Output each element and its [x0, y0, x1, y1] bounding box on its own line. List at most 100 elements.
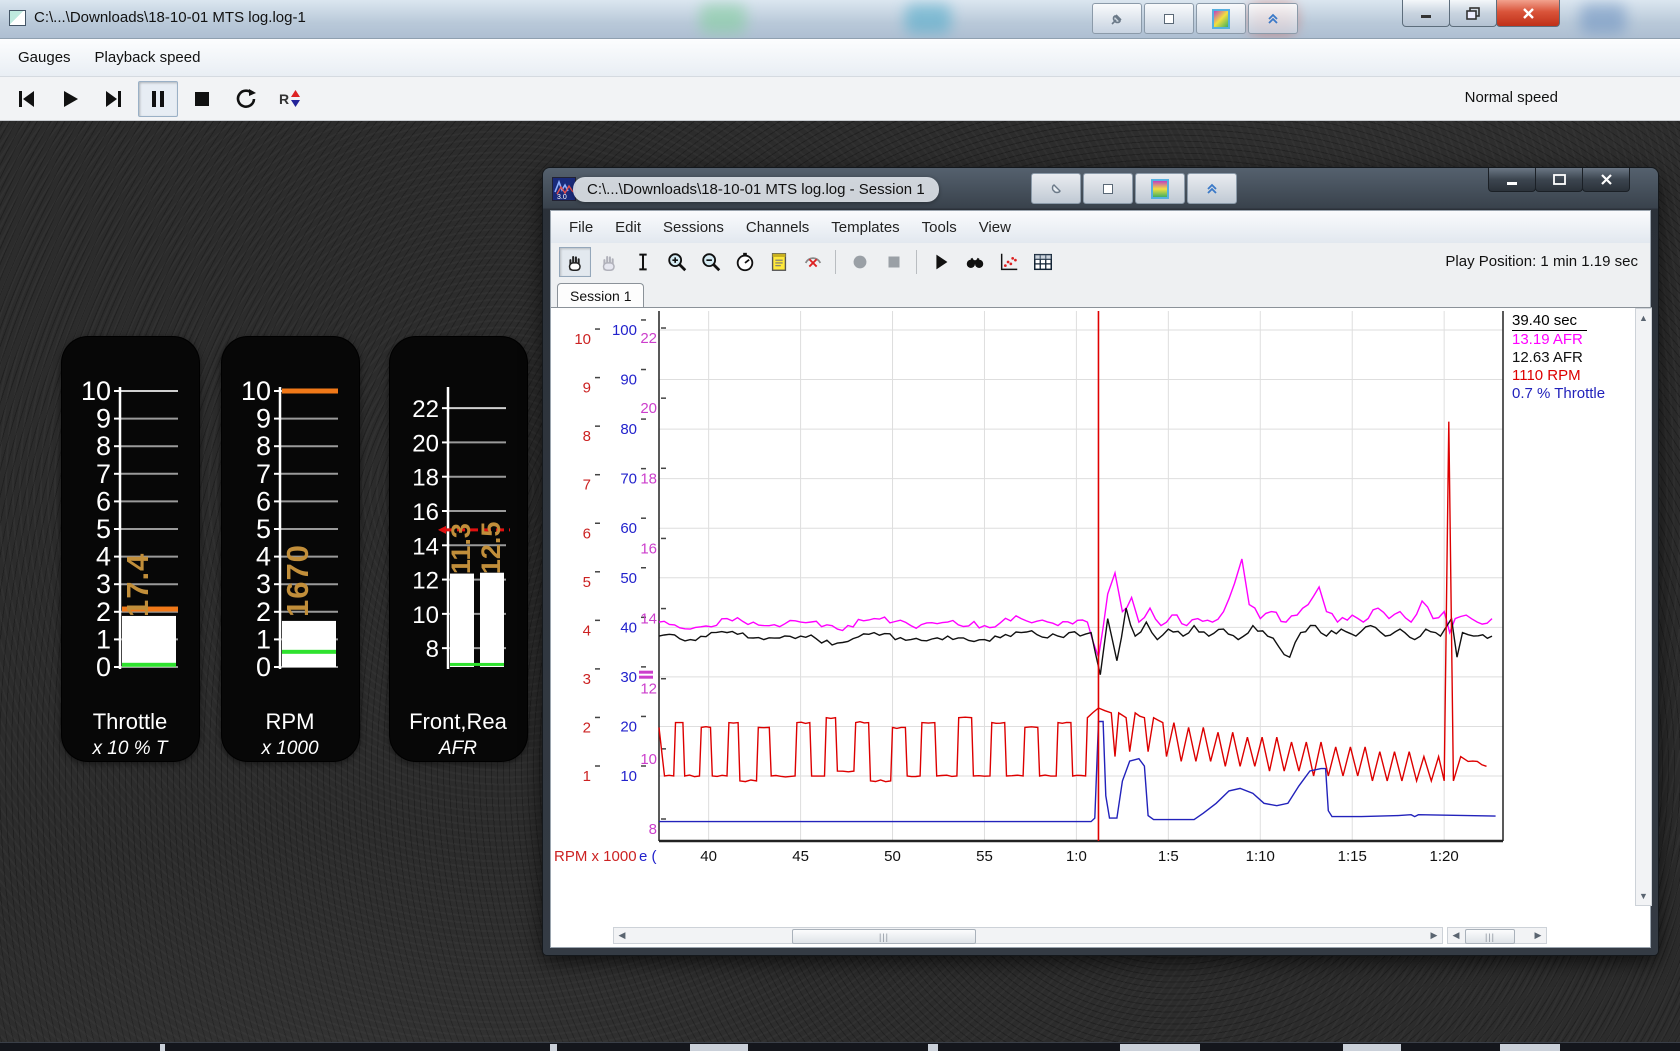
svg-text:90: 90 [620, 372, 637, 389]
close-button[interactable] [1496, 0, 1560, 27]
menu-item-file[interactable]: File [561, 216, 601, 239]
menu-item-tools[interactable]: Tools [914, 216, 965, 239]
svg-text:4: 4 [96, 542, 111, 572]
record-button[interactable] [844, 247, 876, 277]
svg-text:1:0: 1:0 [1066, 848, 1087, 865]
session-addon-buttons [1031, 173, 1237, 204]
color-window-icon[interactable] [1135, 173, 1185, 204]
svg-text:40: 40 [700, 848, 717, 865]
zoom-in-button[interactable] [661, 247, 693, 277]
menu-item-edit[interactable]: Edit [607, 216, 649, 239]
chart-legend: 39.40 sec13.19 AFR12.63 AFR1110 RPM0.7 %… [1507, 310, 1633, 900]
ibeam-button[interactable] [627, 247, 659, 277]
svg-text:70: 70 [620, 471, 637, 488]
speed-status-label: Normal speed [1465, 89, 1558, 106]
gauge-throttle: 01234567891017.4Throttlex 10 % T [62, 337, 199, 761]
menu-item-gauges[interactable]: Gauges [8, 45, 81, 70]
menu-item-view[interactable]: View [971, 216, 1019, 239]
marker-off-button[interactable] [797, 247, 829, 277]
svg-text:22: 22 [640, 330, 657, 347]
rpm-arrows-button[interactable]: R [270, 81, 310, 117]
maximize-button[interactable] [1535, 168, 1583, 192]
stop-small-button[interactable] [878, 247, 910, 277]
scroll-right-arrow[interactable]: ▶ [1426, 928, 1442, 943]
svg-text:45: 45 [792, 848, 809, 865]
small-box-icon[interactable] [1083, 173, 1133, 204]
table-button[interactable] [1027, 247, 1059, 277]
pin-icon[interactable] [1031, 173, 1081, 204]
svg-text:9: 9 [583, 380, 591, 397]
svg-text:5: 5 [583, 574, 591, 591]
hand-pan-button[interactable] [593, 247, 625, 277]
svg-text:10: 10 [620, 768, 637, 785]
scroll-up-arrow[interactable]: ▲ [1636, 310, 1651, 326]
close-button[interactable] [1582, 168, 1630, 192]
find-button[interactable] [959, 247, 991, 277]
svg-text:7: 7 [256, 459, 271, 489]
session-window-titlebar[interactable]: 3.0 C:\...\Downloads\18-10-01 MTS log.lo… [543, 168, 1658, 210]
session-title-pill: C:\...\Downloads\18-10-01 MTS log.log - … [573, 177, 939, 202]
session-menu: File Edit Sessions Channels Templates Tools Vi… [551, 216, 1019, 239]
svg-text:10: 10 [241, 376, 271, 406]
stopwatch-button[interactable] [729, 247, 761, 277]
color-window-icon[interactable] [1196, 3, 1246, 34]
tab-session-1[interactable]: Session 1 [557, 283, 644, 308]
svg-text:14: 14 [640, 611, 657, 628]
svg-text:2: 2 [583, 719, 591, 736]
svg-text:12.5: 12.5 [476, 522, 506, 575]
pin-icon[interactable] [1092, 3, 1142, 34]
svg-text:0: 0 [256, 652, 271, 682]
scroll-left-arrow[interactable]: ◀ [1448, 928, 1464, 943]
titlebar-addon-buttons [1092, 3, 1298, 34]
play-button[interactable] [50, 81, 90, 117]
svg-text:6: 6 [256, 486, 271, 516]
session-toolbar: Play Position: 1 min 1.19 sec [551, 243, 1650, 282]
play-small-button[interactable] [925, 247, 957, 277]
menu-item-sessions[interactable]: Sessions [655, 216, 732, 239]
vertical-scrollbar[interactable]: ▲ ▼ [1635, 308, 1652, 906]
svg-text:5: 5 [96, 514, 111, 544]
svg-text:3: 3 [96, 569, 111, 599]
main-window-titlebar[interactable]: C:\...\Downloads\18-10-01 MTS log.log-1 [0, 0, 1680, 39]
main-window-title: C:\...\Downloads\18-10-01 MTS log.log-1 [34, 9, 306, 26]
restore-button[interactable] [1449, 0, 1497, 27]
zoom-out-button[interactable] [695, 247, 727, 277]
stop-button[interactable] [182, 81, 222, 117]
minimize-button[interactable] [1402, 0, 1450, 27]
transport-controls: R [0, 81, 310, 117]
loop-button[interactable] [226, 81, 266, 117]
svg-text:RPM: RPM [266, 709, 315, 734]
menu-item-templates[interactable]: Templates [823, 216, 907, 239]
svg-text:16: 16 [412, 499, 439, 526]
svg-text:1: 1 [96, 624, 111, 654]
scatter-button[interactable] [993, 247, 1025, 277]
legend-scrollbar[interactable]: ◀ ||| ▶ [1447, 927, 1547, 944]
minimize-button[interactable] [1488, 168, 1536, 192]
main-caption-buttons [1403, 0, 1560, 27]
pause-button[interactable] [138, 81, 178, 117]
notes-button[interactable] [763, 247, 795, 277]
scroll-right-arrow[interactable]: ▶ [1530, 928, 1546, 943]
hand-button[interactable] [559, 247, 591, 277]
menu-item-playback-speed[interactable]: Playback speed [85, 45, 211, 70]
scrollbar-thumb[interactable]: ||| [792, 929, 976, 944]
toolbar-separator [835, 250, 836, 274]
svg-text:8: 8 [256, 431, 271, 461]
skip-start-button[interactable] [6, 81, 46, 117]
scroll-down-arrow[interactable]: ▼ [1636, 888, 1651, 904]
menu-item-channels[interactable]: Channels [738, 216, 817, 239]
session-window[interactable]: 3.0 C:\...\Downloads\18-10-01 MTS log.lo… [543, 168, 1658, 955]
chevron-up-icon[interactable] [1187, 173, 1237, 204]
svg-text:x 10 % T: x 10 % T [92, 738, 169, 759]
scroll-left-arrow[interactable]: ◀ [614, 928, 630, 943]
log-chart[interactable]: 1234567891010203040506070809010081012141… [551, 308, 1505, 883]
horizontal-scrollbar[interactable]: ◀ ||| ▶ [613, 927, 1443, 944]
chevron-up-icon[interactable] [1248, 3, 1298, 34]
skip-end-button[interactable] [94, 81, 134, 117]
svg-text:20: 20 [640, 400, 657, 417]
scrollbar-thumb[interactable]: ||| [1465, 929, 1515, 944]
svg-text:50: 50 [884, 848, 901, 865]
svg-text:17.4: 17.4 [120, 553, 155, 617]
small-box-icon[interactable] [1144, 3, 1194, 34]
svg-text:55: 55 [976, 848, 993, 865]
